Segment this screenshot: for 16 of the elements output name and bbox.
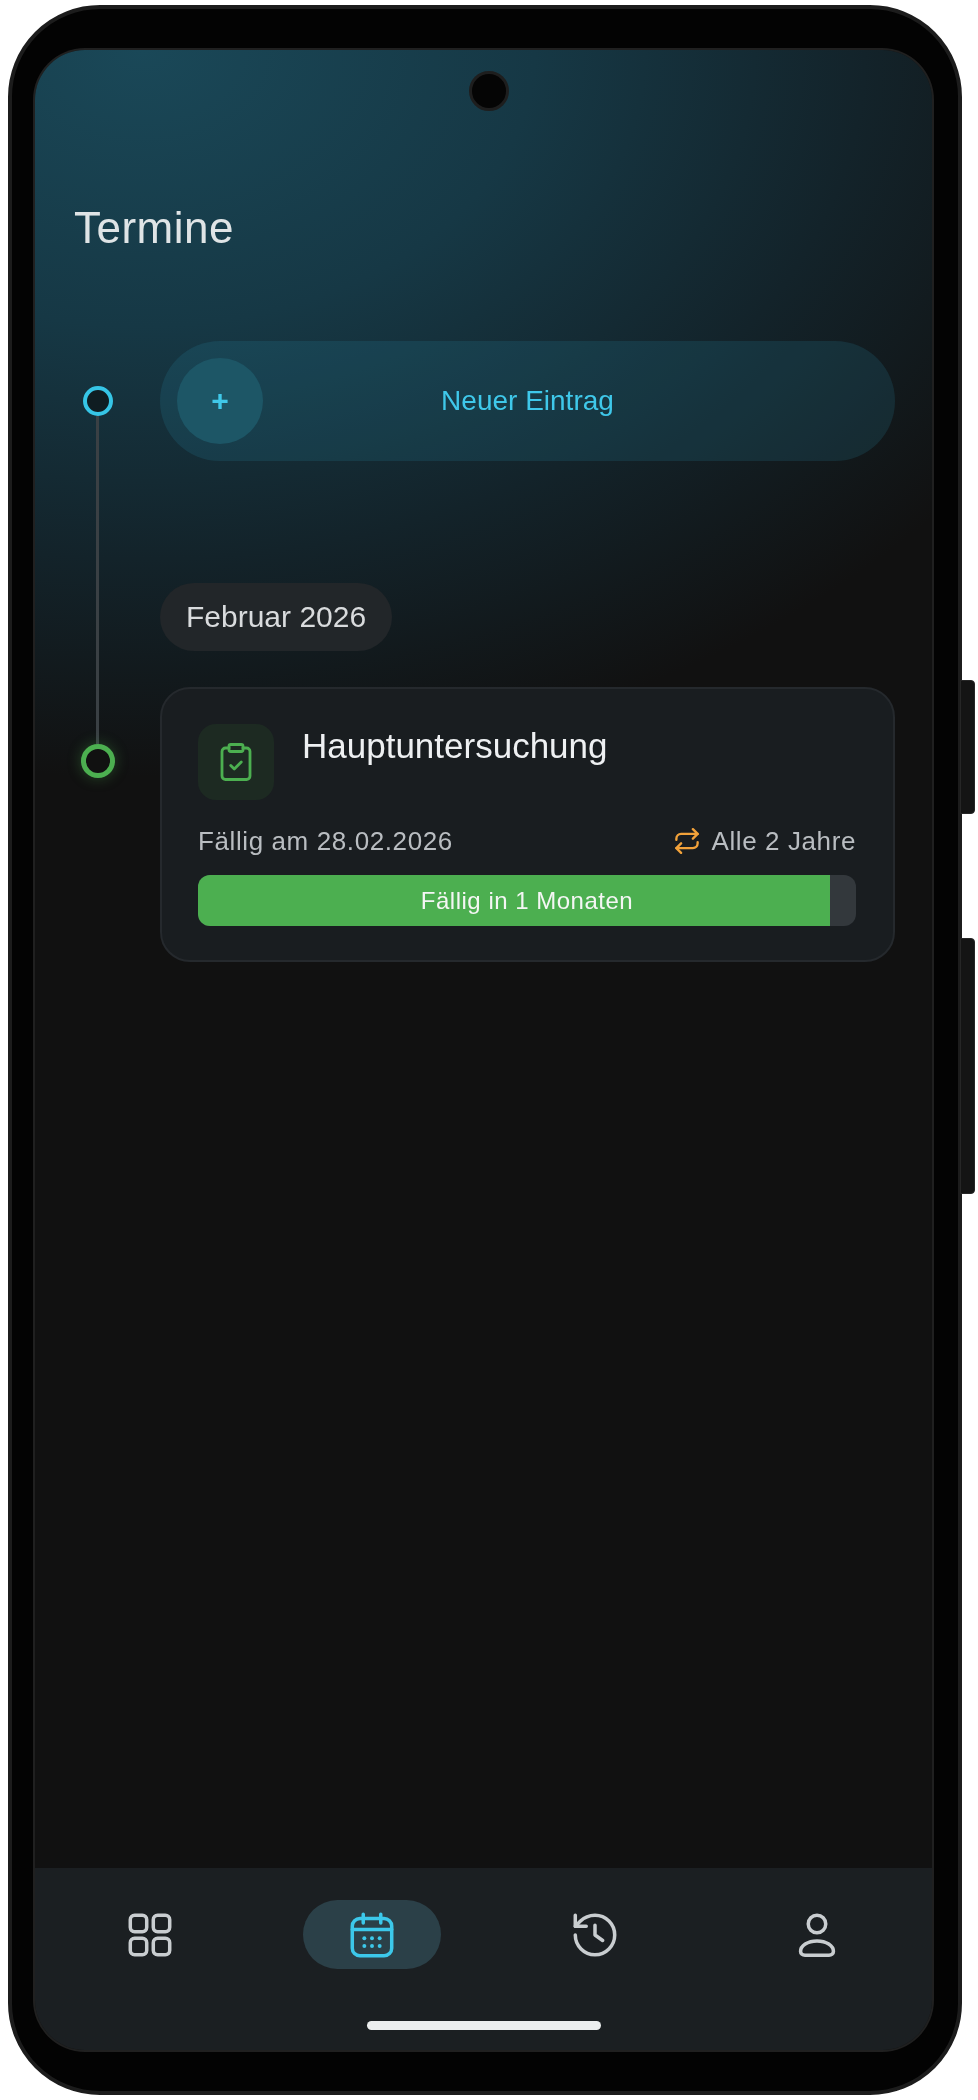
appointment-card[interactable]: Hauptuntersuchung Fällig am 28.02.2026 Alle 2 Jahre Fällig in 1 Monaten xyxy=(160,687,895,962)
plus-icon: + xyxy=(177,358,263,444)
history-icon xyxy=(571,1911,618,1958)
due-date: Fällig am 28.02.2026 xyxy=(198,825,453,858)
page-title: Termine xyxy=(74,202,234,254)
timeline-node-icon xyxy=(82,386,113,416)
timeline-node-icon xyxy=(80,744,115,778)
repeat-icon xyxy=(673,828,700,854)
month-label: Februar 2026 xyxy=(160,583,393,651)
new-entry-button[interactable]: + Neuer Eintrag xyxy=(160,341,895,461)
clipboard-check-icon xyxy=(198,724,274,800)
appointment-title: Hauptuntersuchung xyxy=(302,725,608,767)
progress-label: Fällig in 1 Monaten xyxy=(420,886,634,915)
grid-icon xyxy=(127,1911,174,1958)
interval-label: Alle 2 Jahre xyxy=(711,825,856,858)
calendar-icon xyxy=(349,1911,396,1958)
